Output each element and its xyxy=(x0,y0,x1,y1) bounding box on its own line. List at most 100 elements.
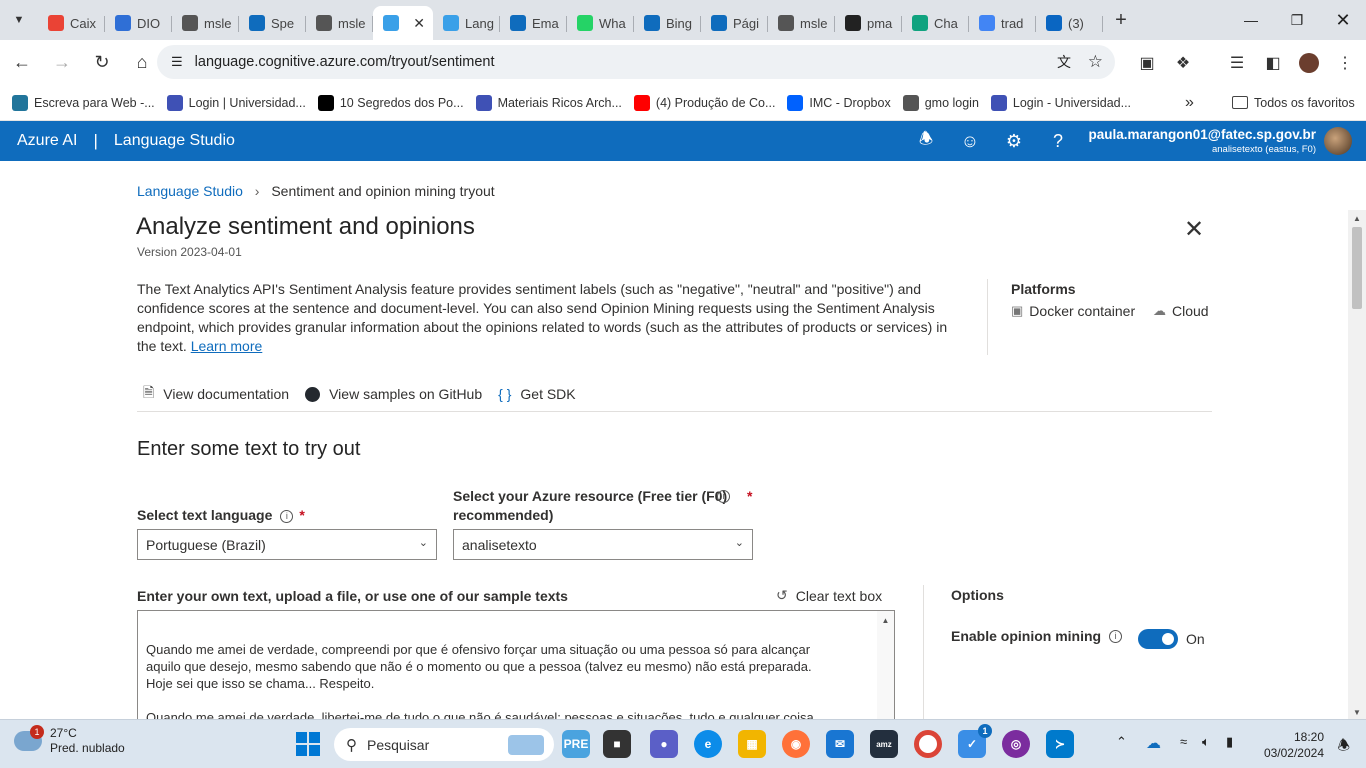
info-icon[interactable]: i xyxy=(717,490,730,503)
account-menu[interactable]: paula.marangon01@fatec.sp.gov.br analise… xyxy=(1089,127,1316,155)
undo-icon: ↺ xyxy=(776,587,788,603)
todo-icon[interactable]: ✓ 1 xyxy=(958,724,992,758)
teams-chat-icon[interactable]: ● xyxy=(650,730,678,758)
get-sdk-link[interactable]: { } Get SDK xyxy=(498,382,576,406)
browser-tab[interactable]: Spe xyxy=(239,6,306,40)
amazon-icon[interactable]: amz xyxy=(870,730,898,758)
text-input-area[interactable]: Quando me amei de verdade, compreendi po… xyxy=(137,610,895,719)
browser-tab[interactable]: Wha xyxy=(567,6,634,40)
scrollbar-thumb[interactable] xyxy=(1352,227,1362,309)
taskbar-search[interactable]: ⚲ Pesquisar xyxy=(334,728,554,761)
user-avatar[interactable] xyxy=(1324,127,1352,155)
task-view-icon[interactable]: ■ xyxy=(603,730,631,758)
feedback-smiley-icon[interactable]: ☺ xyxy=(958,129,982,153)
copilot-pre-icon[interactable]: PRE xyxy=(562,730,590,758)
clear-text-box-button[interactable]: ↺ Clear text box xyxy=(776,587,882,604)
browser-tab[interactable]: Bing xyxy=(634,6,701,40)
edge-icon[interactable]: e xyxy=(694,730,722,758)
textarea-scrollbar[interactable]: ▲ xyxy=(877,611,894,719)
address-text[interactable]: language.cognitive.azure.com/tryout/sent… xyxy=(195,54,495,70)
bookmark-item[interactable]: Login - Universidad... xyxy=(990,94,1131,111)
browser-tab[interactable]: ✕ xyxy=(373,6,433,40)
browser-tab[interactable]: msle xyxy=(172,6,239,40)
bookmark-item[interactable]: Materiais Ricos Arch... xyxy=(475,94,622,111)
browser-tab[interactable]: trad xyxy=(969,6,1036,40)
bookmark-item[interactable]: (4) Produção de Co... xyxy=(633,94,775,111)
bookmark-star-icon[interactable]: ☆ xyxy=(1088,52,1103,72)
start-windows-icon[interactable] xyxy=(296,732,320,756)
close-tab-icon[interactable]: ✕ xyxy=(413,15,425,32)
view-documentation-link[interactable]: 🗎︎ View documentation xyxy=(143,382,289,406)
file-explorer-icon[interactable]: ▦ xyxy=(738,730,766,758)
browser-tab[interactable]: Ema xyxy=(500,6,567,40)
extensions-icon[interactable]: ❖ xyxy=(1168,48,1198,78)
wifi-icon[interactable]: ≈ xyxy=(1180,734,1187,749)
learn-more-link[interactable]: Learn more xyxy=(191,338,263,354)
product-name[interactable]: Language Studio xyxy=(114,132,235,150)
browser-tab[interactable]: pma xyxy=(835,6,902,40)
browser-tab[interactable]: Caix xyxy=(38,6,105,40)
github-desktop-icon[interactable]: ◎ xyxy=(1002,730,1030,758)
scroll-down-icon[interactable]: ▼ xyxy=(1353,708,1361,717)
browser-tab[interactable]: msle xyxy=(306,6,373,40)
system-clock[interactable]: 18:20 03/02/2024 xyxy=(1264,729,1324,761)
screenshot-icon[interactable]: ▣ xyxy=(1132,48,1162,78)
new-tab-button[interactable]: + xyxy=(1103,9,1139,32)
close-window-icon[interactable]: ✕ xyxy=(1320,0,1366,40)
bookmark-item[interactable]: gmo login xyxy=(902,94,979,111)
restore-icon[interactable]: ❐ xyxy=(1274,0,1320,40)
address-bar[interactable]: ☰ language.cognitive.azure.com/tryout/se… xyxy=(157,45,1115,79)
mail-icon[interactable]: ✉ xyxy=(826,730,854,758)
all-bookmarks[interactable]: Todos os favoritos xyxy=(1232,96,1355,110)
chrome-icon[interactable] xyxy=(914,730,942,758)
browser-tab[interactable]: Lang xyxy=(433,6,500,40)
firefox-icon[interactable]: ◉ xyxy=(782,730,810,758)
help-icon[interactable]: ? xyxy=(1046,129,1070,153)
home-icon[interactable]: ⌂ xyxy=(124,45,160,81)
notification-bell-icon[interactable]: 🕭︎ xyxy=(1337,735,1350,759)
page-scrollbar[interactable]: ▲ ▼ xyxy=(1348,210,1366,719)
more-bookmarks-icon[interactable]: » xyxy=(1185,94,1194,112)
media-control-icon[interactable]: ☰ xyxy=(1222,48,1252,78)
tray-overflow-chevron-icon[interactable]: ⌃ xyxy=(1116,734,1127,750)
bookmark-item[interactable]: Login | Universidad... xyxy=(166,94,306,111)
volume-icon[interactable]: 🔈︎ xyxy=(1202,734,1210,750)
resource-select[interactable]: analisetexto ⌄ xyxy=(453,529,753,560)
vscode-icon[interactable]: ≻ xyxy=(1046,730,1074,758)
tab-search-chevron-icon[interactable]: ▼ xyxy=(0,0,38,40)
onedrive-cloud-icon[interactable]: ☁ xyxy=(1146,734,1161,752)
more-menu-icon[interactable]: ⋮ xyxy=(1330,48,1360,78)
forward-icon[interactable]: → xyxy=(44,45,80,81)
translate-icon[interactable]: 文 xyxy=(1057,52,1071,72)
bookmark-item[interactable]: 10 Segredos dos Po... xyxy=(317,94,464,111)
breadcrumb-language-studio[interactable]: Language Studio xyxy=(137,183,243,199)
bookmark-item[interactable]: Escreva para Web -... xyxy=(12,94,155,111)
reload-icon[interactable]: ↻ xyxy=(84,45,120,81)
browser-tab[interactable]: (3) xyxy=(1036,6,1103,40)
battery-icon[interactable]: ▮ xyxy=(1226,734,1233,750)
globe-icon xyxy=(316,15,332,31)
settings-gear-icon[interactable]: ⚙ xyxy=(1002,129,1026,153)
language-select[interactable]: Portuguese (Brazil) ⌄ xyxy=(137,529,437,560)
text-input-content[interactable]: Quando me amei de verdade, compreendi po… xyxy=(146,641,864,719)
info-icon[interactable]: i xyxy=(1109,629,1123,643)
minimize-icon[interactable]: — xyxy=(1228,0,1274,40)
back-icon[interactable]: ← xyxy=(4,45,40,81)
profile-avatar[interactable] xyxy=(1294,48,1324,78)
scroll-up-icon[interactable]: ▲ xyxy=(877,616,894,625)
browser-tab[interactable]: Cha xyxy=(902,6,969,40)
close-icon[interactable]: ✕ xyxy=(1184,215,1204,244)
browser-tab[interactable]: DIO xyxy=(105,6,172,40)
browser-tab[interactable]: Pági xyxy=(701,6,768,40)
browser-tab[interactable]: msle xyxy=(768,6,835,40)
notifications-bell-icon[interactable]: 🕭︎ xyxy=(914,129,938,153)
brand-azure-ai[interactable]: Azure AI xyxy=(17,132,77,150)
site-info-icon[interactable]: ☰ xyxy=(171,54,183,70)
scroll-up-icon[interactable]: ▲ xyxy=(1353,214,1361,223)
side-panel-icon[interactable]: ◧ xyxy=(1258,48,1288,78)
info-icon[interactable]: i xyxy=(280,510,294,523)
bookmark-item[interactable]: IMC - Dropbox xyxy=(787,94,891,111)
opinion-mining-toggle[interactable] xyxy=(1138,629,1178,649)
weather-widget[interactable]: 1 27°C Pred. nublado xyxy=(14,725,125,756)
view-samples-github-link[interactable]: View samples on GitHub xyxy=(305,382,482,406)
